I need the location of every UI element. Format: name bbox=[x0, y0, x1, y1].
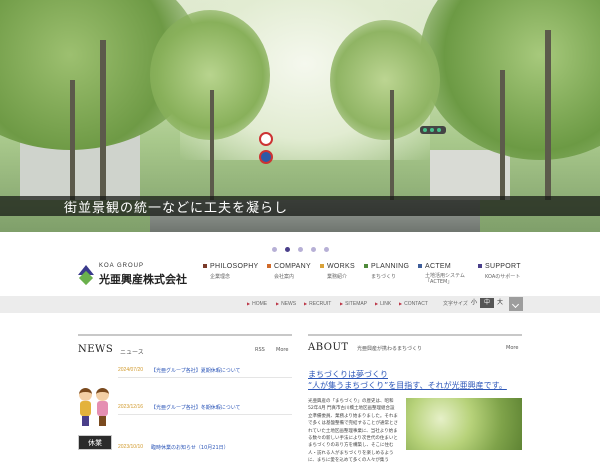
nav-label: ACTEM bbox=[418, 263, 469, 270]
news-link[interactable]: 【光亜グループ各社】夏期休暇について bbox=[151, 367, 241, 374]
news-more-link[interactable]: More bbox=[276, 347, 288, 353]
news-date: 2023/10/10 bbox=[118, 444, 144, 450]
subnav-news[interactable]: NEWS bbox=[276, 301, 296, 307]
slide-dot[interactable] bbox=[323, 247, 329, 252]
hero-tree-canopy bbox=[330, 20, 440, 140]
about-subtitle: 光亜興産が携わるまちづくり bbox=[357, 346, 423, 352]
rss-link[interactable]: RSS bbox=[255, 347, 265, 353]
nav-label: COMPANY bbox=[267, 263, 311, 270]
about-photo bbox=[406, 398, 522, 450]
nav-label: SUPPORT bbox=[478, 263, 521, 270]
subnav-sitemap[interactable]: SITEMAP bbox=[340, 301, 367, 307]
font-size-medium[interactable]: 中 bbox=[480, 298, 494, 308]
slide-indicators bbox=[0, 237, 600, 256]
news-row-divider bbox=[118, 414, 292, 415]
font-size-small[interactable]: 小 bbox=[470, 298, 478, 308]
about-catch-heading[interactable]: まちづくりは夢づくり bbox=[308, 369, 388, 380]
news-date: 2023/12/16 bbox=[118, 404, 144, 410]
slide-dot-active[interactable] bbox=[284, 247, 290, 252]
nav-sublabel: まちづくり bbox=[371, 274, 397, 280]
nav-planning[interactable]: PLANNING まちづくり bbox=[364, 263, 409, 280]
nav-label: PLANNING bbox=[364, 263, 409, 270]
hero-tree-trunk bbox=[500, 70, 505, 200]
nav-actem[interactable]: ACTEM 土地活用システム「ACTEM」 bbox=[418, 263, 469, 285]
nav-philosophy[interactable]: PHILOSOPHY 企業理念 bbox=[203, 263, 259, 280]
nav-sublabel: 土地活用システム「ACTEM」 bbox=[425, 273, 465, 285]
news-thumbnail-closed: 休業 bbox=[78, 435, 112, 450]
logo-english: KOA GROUP bbox=[99, 263, 145, 269]
about-divider bbox=[308, 334, 522, 336]
about-title: ABOUT bbox=[308, 342, 349, 353]
hero-building-right bbox=[430, 150, 510, 200]
news-link[interactable]: 【光亜グループ各社】冬期休暇について bbox=[151, 404, 241, 411]
hero-tree-trunk bbox=[70, 80, 75, 200]
hero-slideshow: 街並景観の統一などに工夫を凝らし bbox=[0, 0, 600, 232]
nav-works[interactable]: WORKS 業務紹介 bbox=[320, 263, 355, 280]
logo-japanese: 光亜興産株式会社 bbox=[99, 273, 187, 286]
font-size-large[interactable]: 大 bbox=[495, 298, 505, 308]
hero-tree-trunk bbox=[545, 30, 551, 200]
utility-nav: HOME NEWS RECRUIT SITEMAP LINK CONTACT 文… bbox=[0, 296, 600, 313]
about-catch-subheading[interactable]: “人が集うまちづくり”を目指す、それが光亜興産です。 bbox=[308, 380, 507, 391]
hero-caption: 街並景観の統一などに工夫を凝らし bbox=[64, 201, 289, 216]
subnav-contact[interactable]: CONTACT bbox=[399, 301, 428, 307]
hero-tree-trunk bbox=[390, 90, 394, 200]
hero-tree-canopy bbox=[420, 0, 600, 160]
news-section: NEWS ニュース RSS More 2024/07/20 【光亜グループ各社】… bbox=[78, 334, 292, 451]
traffic-light-icon bbox=[420, 126, 446, 134]
news-subtitle: ニュース bbox=[120, 349, 144, 356]
koa-logo-icon bbox=[78, 265, 94, 286]
about-section: ABOUT 光亜興産が携わるまちづくり More まちづくりは夢づくり “人が集… bbox=[308, 334, 522, 463]
news-date: 2024/07/20 bbox=[118, 367, 144, 373]
about-more-link[interactable]: More bbox=[506, 345, 518, 351]
nav-sublabel: 業務紹介 bbox=[327, 274, 348, 280]
nav-label: WORKS bbox=[320, 263, 355, 270]
girl-illustration bbox=[95, 388, 110, 426]
road-sign-icon bbox=[259, 150, 273, 164]
nav-company[interactable]: COMPANY 会社案内 bbox=[267, 263, 311, 280]
subnav-link[interactable]: LINK bbox=[375, 301, 391, 307]
search-icon[interactable] bbox=[509, 297, 523, 311]
slide-dot[interactable] bbox=[271, 247, 277, 252]
slide-dot[interactable] bbox=[297, 247, 303, 252]
news-thumbnail-couple bbox=[78, 388, 112, 428]
nav-sublabel: KOAのサポート bbox=[485, 274, 521, 280]
news-row-divider bbox=[118, 377, 292, 378]
nav-label: PHILOSOPHY bbox=[203, 263, 259, 270]
subnav-recruit[interactable]: RECRUIT bbox=[304, 301, 331, 307]
slide-dot[interactable] bbox=[310, 247, 316, 252]
about-body-text: 光亜興産の「まちづくり」の歴史は、昭和52年4月 門真市古川橋土地区画整理組合設… bbox=[308, 399, 398, 464]
subnav-home[interactable]: HOME bbox=[247, 301, 267, 307]
hero-tree-trunk bbox=[210, 90, 214, 200]
hero-tree-trunk bbox=[100, 40, 106, 200]
road-sign-icon bbox=[259, 132, 273, 146]
news-item[interactable]: 2024/07/20 【光亜グループ各社】夏期休暇について bbox=[78, 367, 292, 381]
news-header: NEWS ニュース RSS More bbox=[78, 336, 292, 356]
nav-support[interactable]: SUPPORT KOAのサポート bbox=[478, 263, 521, 280]
boy-illustration bbox=[78, 388, 93, 426]
font-size-label: 文字サイズ bbox=[443, 301, 468, 307]
nav-sublabel: 会社案内 bbox=[274, 274, 295, 280]
news-title: NEWS bbox=[78, 344, 114, 355]
nav-sublabel: 企業理念 bbox=[210, 274, 231, 280]
